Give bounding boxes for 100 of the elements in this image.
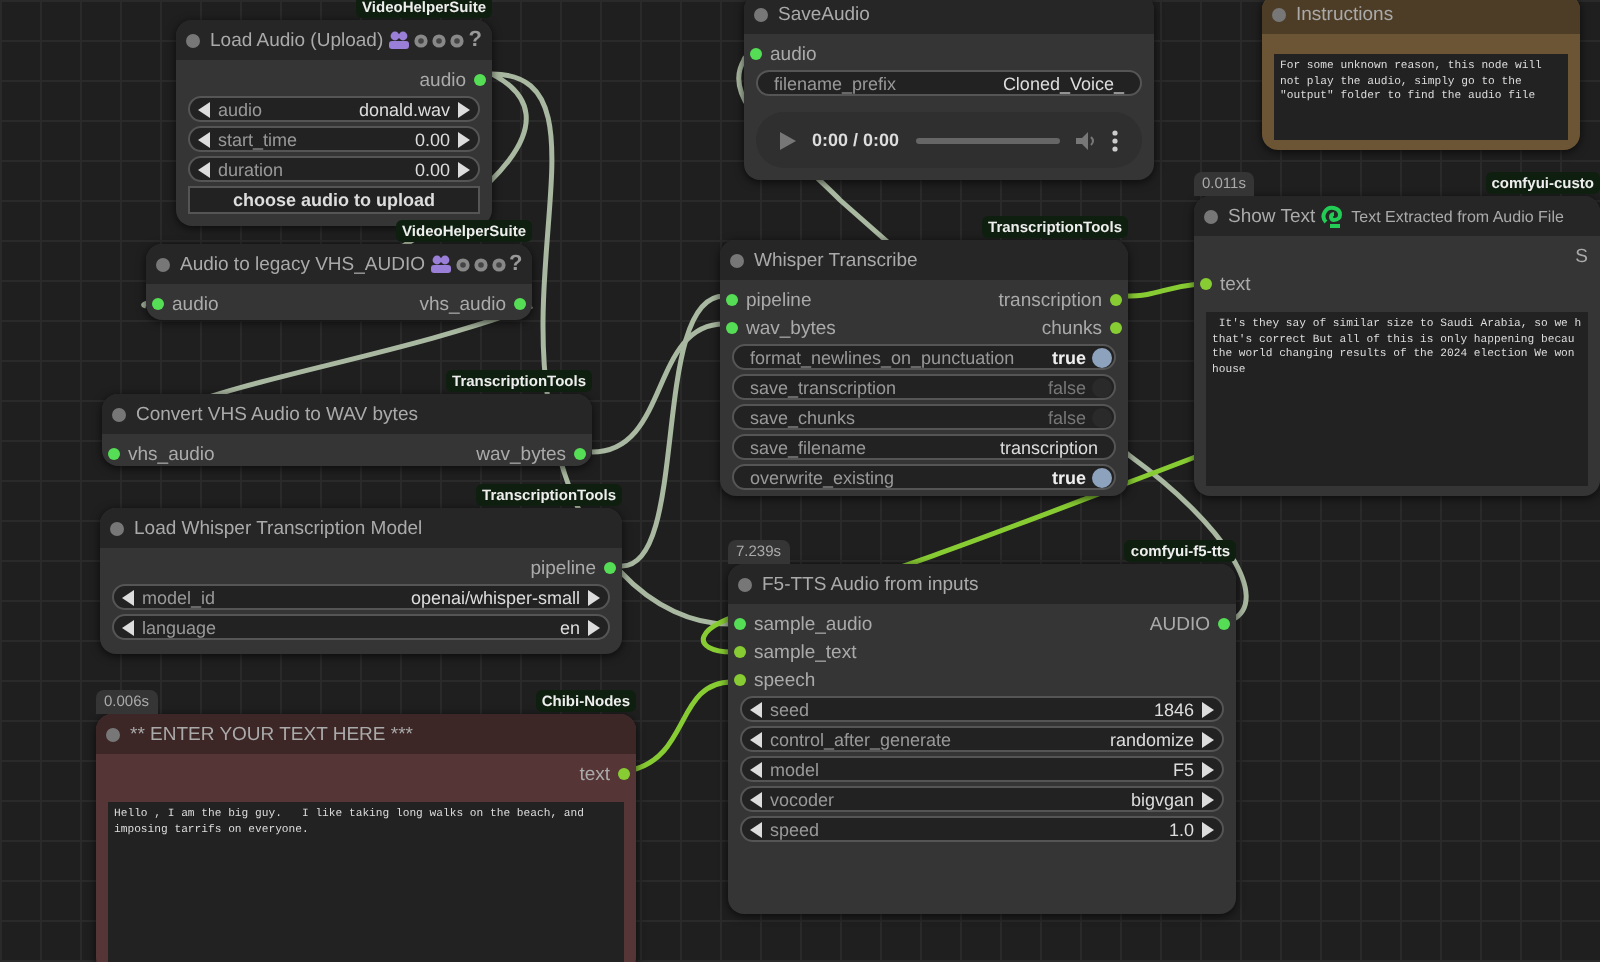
- node-title: Whisper Transcribe: [754, 249, 918, 271]
- dropdown-field[interactable]: language en: [112, 614, 610, 640]
- input-slot-dot[interactable]: [152, 298, 164, 310]
- dropdown-field[interactable]: audio donald.wav: [188, 96, 480, 122]
- node-title: Convert VHS Audio to WAV bytes: [136, 403, 418, 425]
- output-label: transcription: [998, 289, 1102, 311]
- widget-label: seed: [770, 699, 812, 719]
- toggle-knob[interactable]: [1092, 377, 1112, 397]
- input-slot-dot[interactable]: [108, 448, 120, 460]
- widget-value: false: [1047, 407, 1086, 427]
- node-title: Load Audio (Upload): [210, 29, 384, 51]
- number-field[interactable]: speed 1.0: [740, 816, 1224, 842]
- widget-label: speed: [770, 819, 822, 839]
- toggle-field[interactable]: format_newlines_on_punctuation true: [732, 344, 1116, 370]
- swirl-icon: [1319, 204, 1344, 228]
- more-icon[interactable]: [1112, 129, 1118, 151]
- dropdown-field[interactable]: control_after_generate randomize: [740, 726, 1224, 752]
- input-label: pipeline: [746, 289, 812, 311]
- dropdown-field[interactable]: model_id openai/whisper-small: [112, 584, 610, 610]
- node-title: F5-TTS Audio from inputs: [762, 573, 979, 595]
- output-slot-dot[interactable]: [1218, 618, 1230, 630]
- widget-value: openai/whisper-small: [410, 587, 580, 607]
- input-slot-dot[interactable]: [726, 322, 738, 334]
- volume-icon[interactable]: [1076, 131, 1096, 149]
- audio-player[interactable]: 0:00 / 0:00: [756, 112, 1142, 168]
- input-label: text: [1220, 273, 1251, 295]
- play-icon[interactable]: [780, 131, 796, 149]
- collapse-dot[interactable]: [106, 727, 120, 741]
- widget-label: control_after_generate: [770, 729, 954, 749]
- widget-label: filename_prefix: [774, 73, 899, 93]
- circle-icon: [455, 257, 470, 271]
- output-label: audio: [419, 69, 466, 91]
- dropdown-field[interactable]: vocoder bigvgan: [740, 786, 1224, 812]
- collapse-dot[interactable]: [112, 407, 126, 421]
- output-slot-dot[interactable]: [574, 448, 586, 460]
- circle-icon: [449, 33, 464, 47]
- output-label: chunks: [1041, 317, 1102, 339]
- widget-label: S: [1575, 245, 1588, 267]
- output-slot-dot[interactable]: [1110, 322, 1122, 334]
- people-icon: [429, 254, 452, 274]
- widget-value: true: [1051, 347, 1086, 367]
- output-label: wav_bytes: [476, 443, 566, 465]
- widget-value: randomize: [1109, 729, 1194, 749]
- widget-label: vocoder: [770, 789, 837, 809]
- number-field[interactable]: start_time 0.00: [188, 126, 480, 152]
- input-slot-dot[interactable]: [750, 48, 762, 60]
- output-label: AUDIO: [1149, 613, 1210, 635]
- node-title: ** ENTER YOUR TEXT HERE ***: [130, 723, 413, 745]
- node-subtitle: Text Extracted from Audio File: [1351, 207, 1564, 225]
- collapse-dot[interactable]: [754, 7, 768, 21]
- help-icon[interactable]: ?: [509, 252, 523, 276]
- output-slot-dot[interactable]: [1110, 294, 1122, 306]
- help-icon[interactable]: ?: [468, 28, 482, 52]
- output-label: vhs_audio: [419, 293, 506, 315]
- input-slot-dot[interactable]: [1200, 278, 1212, 290]
- input-slot-dot[interactable]: [726, 294, 738, 306]
- toggle-field[interactable]: save_chunks false: [732, 404, 1116, 430]
- output-slot-dot[interactable]: [618, 768, 630, 780]
- input-label: wav_bytes: [746, 317, 836, 339]
- node-title: SaveAudio: [778, 3, 870, 25]
- collapse-dot[interactable]: [110, 521, 124, 535]
- input-slot-dot[interactable]: [734, 674, 746, 686]
- output-slot-dot[interactable]: [474, 74, 486, 86]
- collapse-dot[interactable]: [156, 257, 170, 271]
- toggle-knob[interactable]: [1092, 467, 1112, 487]
- upload-button[interactable]: choose audio to upload: [188, 186, 480, 214]
- output-slot-dot[interactable]: [604, 562, 616, 574]
- toggle-knob[interactable]: [1092, 347, 1112, 367]
- text-field[interactable]: filename_prefix Cloned_Voice_: [756, 70, 1142, 96]
- collapse-dot[interactable]: [1272, 7, 1286, 21]
- toggle-knob[interactable]: [1092, 407, 1112, 427]
- dropdown-field[interactable]: model F5: [740, 756, 1224, 782]
- output-slot-dot[interactable]: [514, 298, 526, 310]
- widget-value: 0.00: [414, 159, 450, 179]
- number-field[interactable]: duration 0.00: [188, 156, 480, 182]
- number-field[interactable]: seed 1846: [740, 696, 1224, 722]
- circle-icon: [413, 33, 428, 47]
- input-label: audio: [172, 293, 219, 315]
- output-label: text: [579, 763, 610, 785]
- collapse-dot[interactable]: [186, 33, 200, 47]
- toggle-field[interactable]: overwrite_existing true: [732, 464, 1116, 490]
- circle-icon: [431, 33, 446, 47]
- collapse-dot[interactable]: [738, 577, 752, 591]
- link-wire: [631, 679, 733, 773]
- toggle-field[interactable]: save_transcription false: [732, 374, 1116, 400]
- output-label: pipeline: [530, 557, 596, 579]
- widget-value: 0.00: [414, 129, 450, 149]
- input-slot-dot[interactable]: [734, 618, 746, 630]
- collapse-dot[interactable]: [1204, 209, 1218, 223]
- widget-label: model: [770, 759, 822, 779]
- text-field[interactable]: save_filename transcription: [732, 434, 1116, 460]
- playback-time: 0:00 / 0:00: [812, 130, 900, 150]
- widget-value: en: [559, 617, 580, 637]
- input-label: sample_audio: [754, 613, 873, 635]
- widget-label: overwrite_existing: [750, 467, 897, 487]
- widget-label: save_chunks: [750, 407, 858, 427]
- node-title: Load Whisper Transcription Model: [134, 517, 423, 539]
- input-slot-dot[interactable]: [734, 646, 746, 658]
- collapse-dot[interactable]: [730, 253, 744, 267]
- widget-value: 1846: [1153, 699, 1194, 719]
